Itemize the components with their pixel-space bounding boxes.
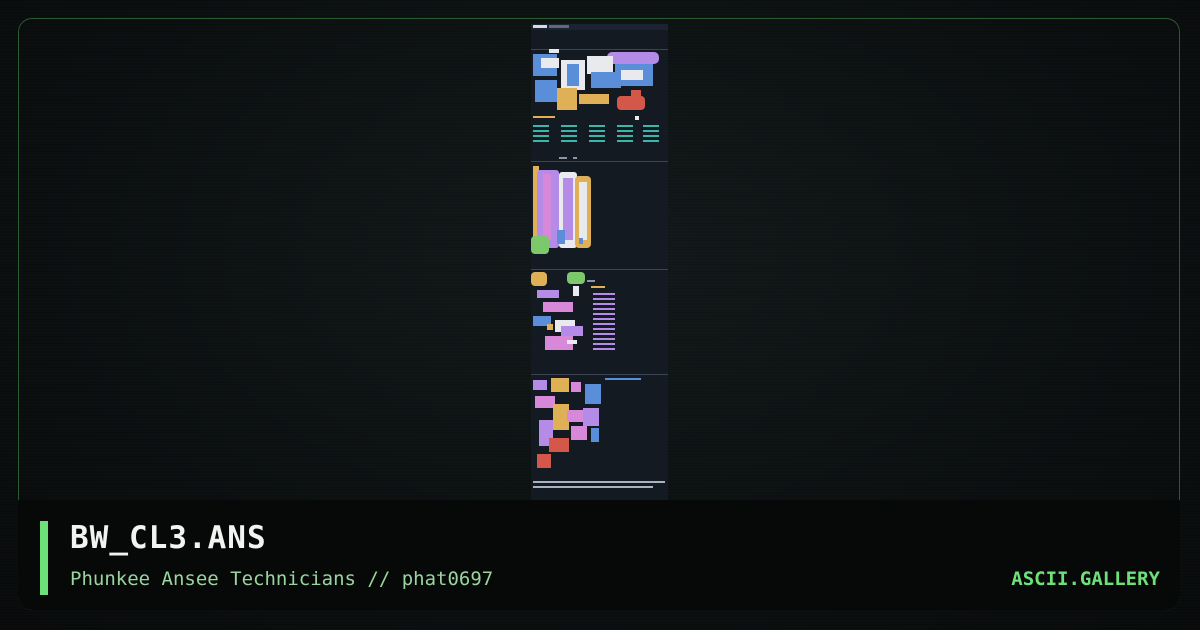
site-brand[interactable]: ASCII.GALLERY	[1011, 568, 1160, 590]
artwork-title: BW_CL3.ANS	[70, 520, 267, 556]
artwork-credits: Phunkee Ansee Technicians // phat0697	[70, 568, 494, 590]
og-card: BW_CL3.ANS Phunkee Ansee Technicians // …	[0, 0, 1200, 630]
ansi-art-image	[531, 24, 668, 500]
artwork-preview[interactable]	[531, 24, 668, 500]
logo-block-2	[531, 166, 591, 254]
accent-bar	[40, 521, 48, 595]
